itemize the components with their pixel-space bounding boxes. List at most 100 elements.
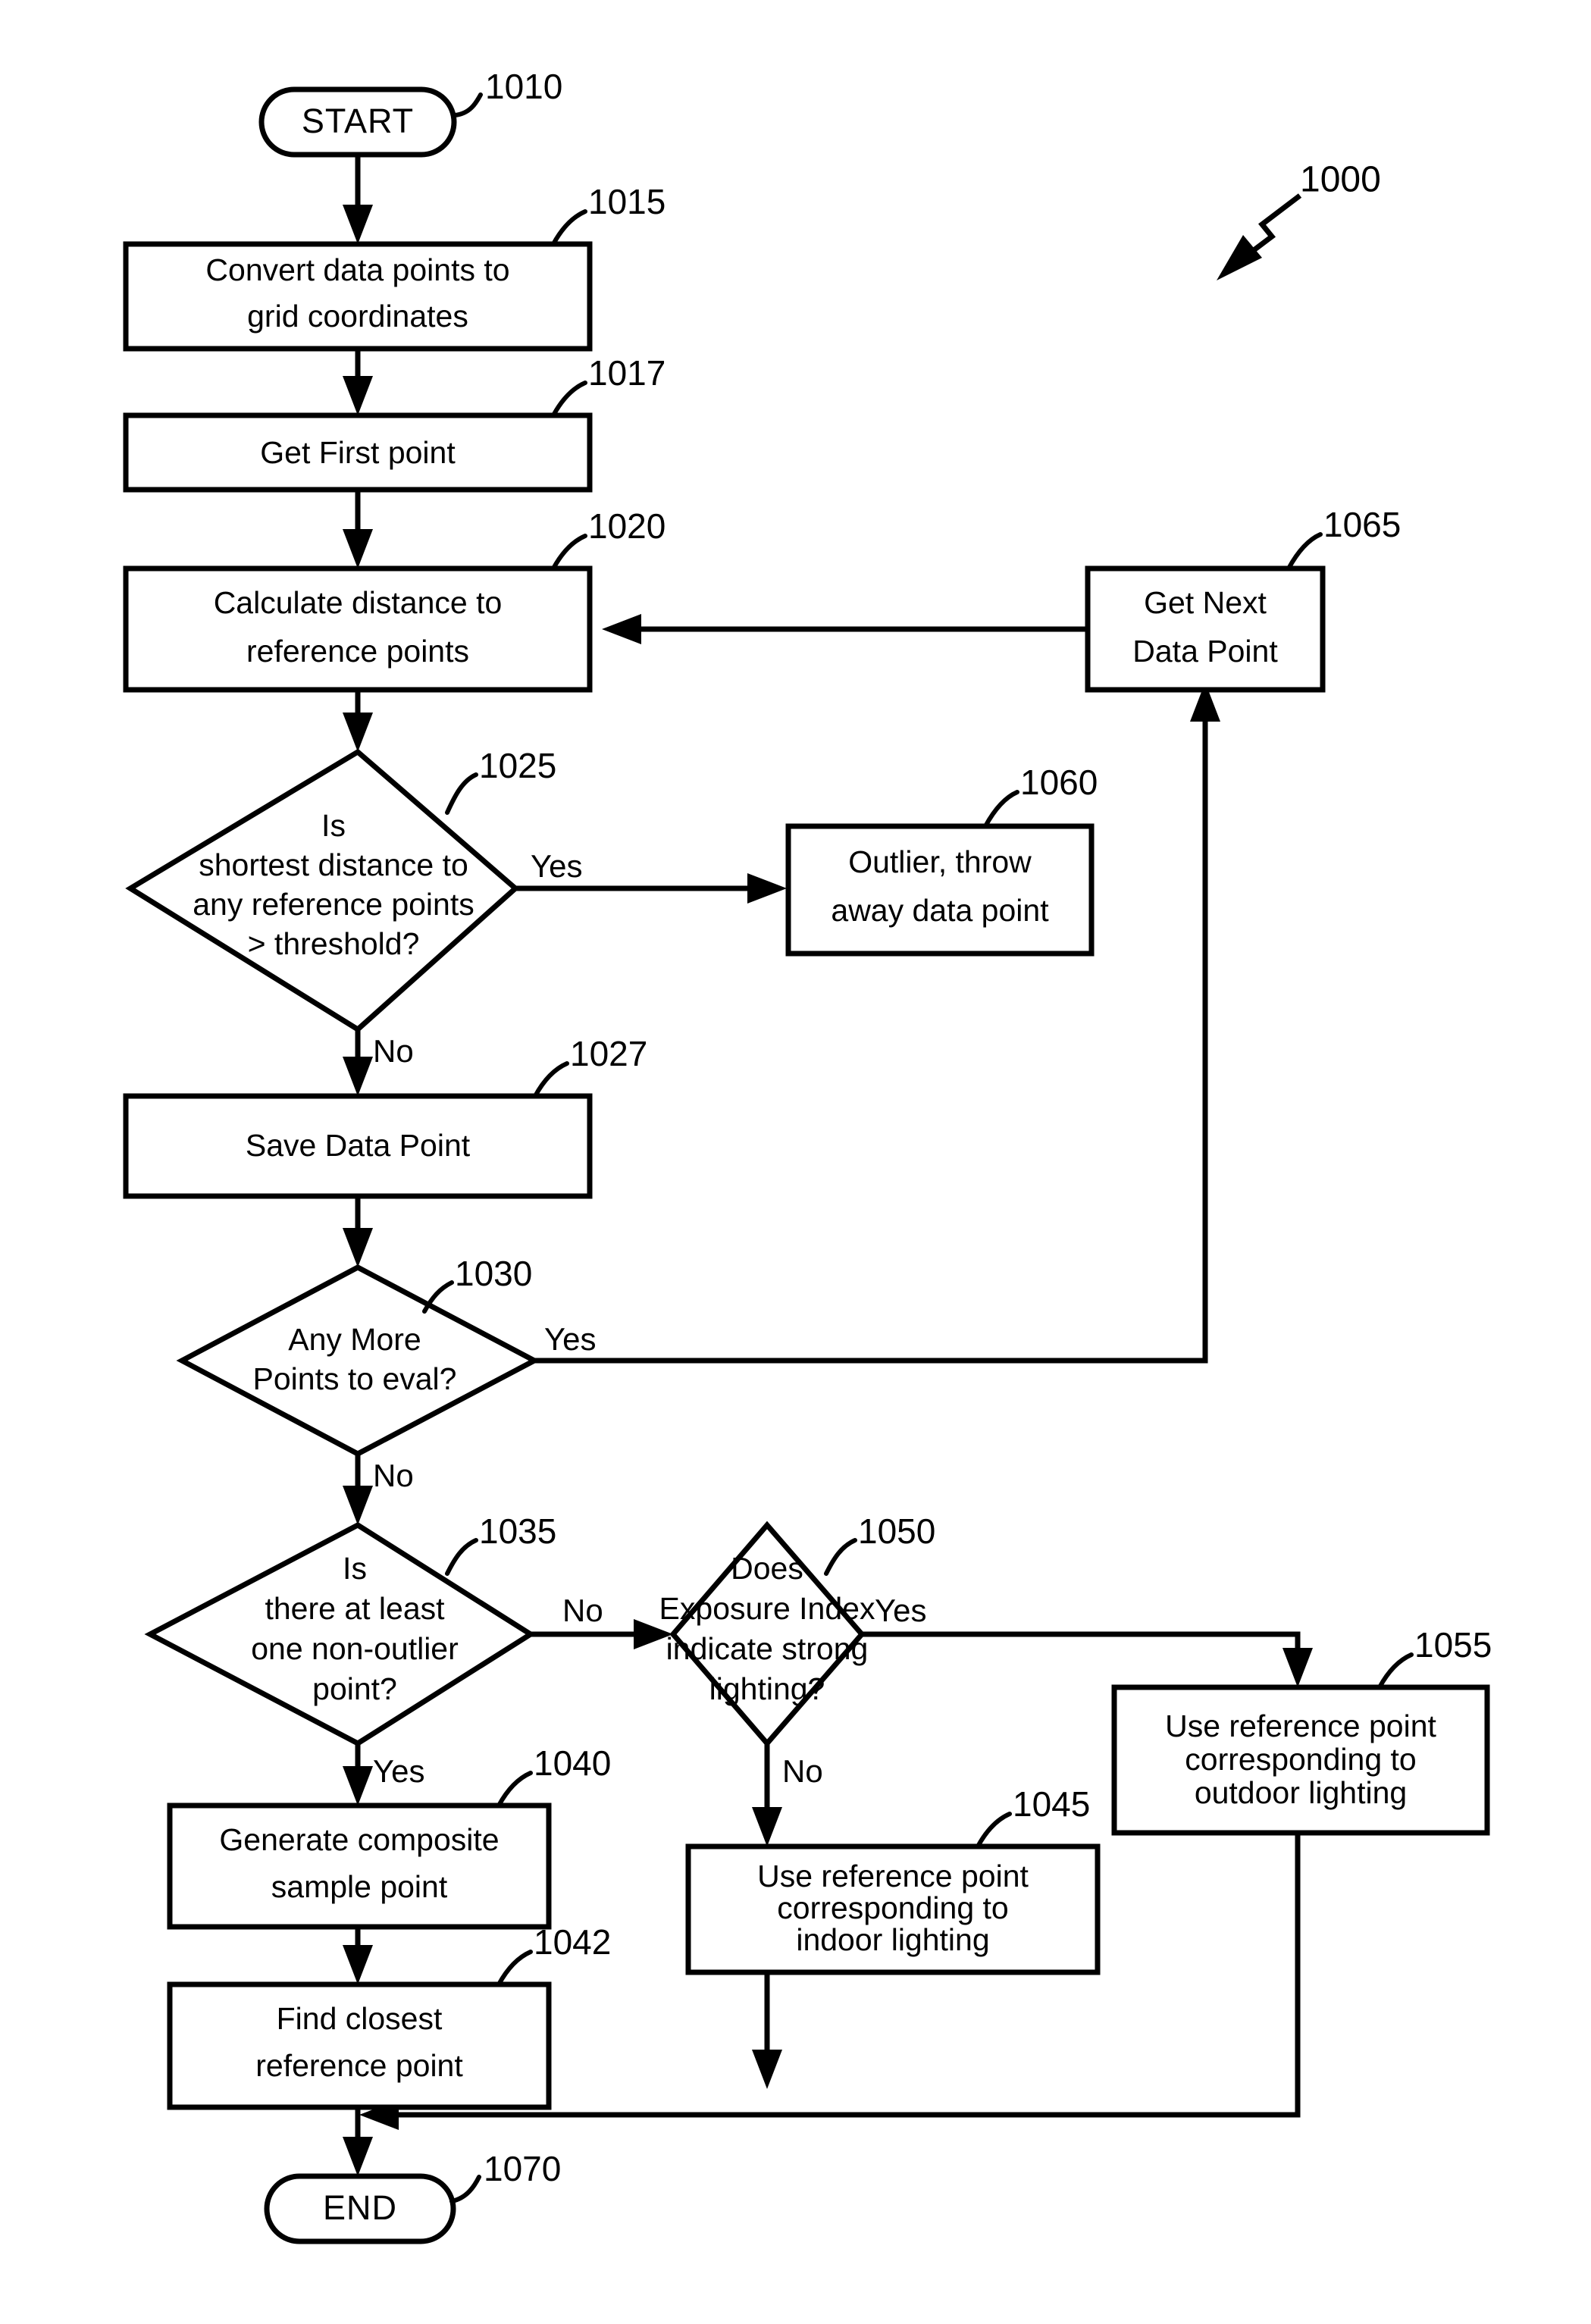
node-outdoor[interactable]: Use reference point corresponding to out… [1111, 1684, 1490, 1836]
ref-number-1060: 1060 [1020, 763, 1098, 802]
edge-label-shortest-yes: Yes [531, 848, 583, 884]
connector-save-to-anymore [343, 1196, 373, 1267]
leader-1070: 1070 [449, 2149, 561, 2203]
edge-label-exposure-yes: Yes [875, 1593, 927, 1628]
node-outlier-line2: away data point [831, 893, 1049, 928]
node-indoor[interactable]: Use reference point corresponding to ind… [685, 1843, 1101, 1975]
node-outdoor-line1: Use reference point [1165, 1709, 1436, 1743]
node-shortest-line1: Is [321, 808, 346, 843]
node-exposure-line3: indicate strong [666, 1631, 869, 1666]
node-non-outlier-line3: one non-outlier [251, 1631, 459, 1666]
connector-convert-to-getfirst [343, 349, 373, 415]
node-convert[interactable]: Convert data points to grid coordinates [123, 241, 593, 352]
leader-1045: 1045 [976, 1784, 1090, 1849]
ref-number-1017: 1017 [588, 353, 666, 393]
edge-label-shortest-no: No [373, 1033, 414, 1069]
connector-nonoutlier-yes-to-composite [343, 1743, 373, 1806]
flowchart-canvas: START 1010 Convert data points to grid c… [123, 67, 1492, 2244]
node-composite[interactable]: Generate composite sample point [167, 1803, 552, 1930]
node-calc-distance-line1: Calculate distance to [214, 585, 503, 620]
node-get-first-label: Get First point [260, 435, 456, 470]
edge-label-nonoutlier-no: No [562, 1593, 603, 1628]
node-non-outlier[interactable]: Is there at least one non-outlier point? [144, 1521, 536, 1747]
node-get-next-line2: Data Point [1132, 634, 1278, 669]
figure-number-1000: 1000 [1300, 160, 1381, 200]
node-composite-line1: Generate composite [219, 1822, 499, 1857]
node-outlier[interactable]: Outlier, throw away data point [785, 823, 1095, 957]
leader-1040: 1040 [496, 1743, 611, 1808]
node-save-point-label: Save Data Point [246, 1128, 471, 1163]
node-calc-distance-line2: reference points [246, 634, 469, 669]
leader-1060: 1060 [983, 763, 1098, 828]
ref-number-1035: 1035 [479, 1511, 556, 1551]
ref-number-1050: 1050 [858, 1511, 935, 1551]
ref-number-1010: 1010 [485, 67, 562, 106]
node-end-label: END [323, 2188, 397, 2227]
connector-getnext-to-calcdistance [602, 614, 1088, 644]
connector-anymore-yes-to-getnext [534, 682, 1220, 1364]
edge-label-anymore-no: No [373, 1458, 414, 1493]
node-indoor-line3: indoor lighting [796, 1922, 989, 1957]
ref-number-1015: 1015 [588, 182, 666, 221]
leader-1020: 1020 [551, 506, 666, 571]
leader-1042: 1042 [496, 1922, 611, 1987]
leader-1017: 1017 [551, 353, 666, 418]
connector-exposure-yes-to-outdoor [862, 1631, 1313, 1687]
node-start[interactable]: START [258, 86, 457, 158]
leader-1055: 1055 [1377, 1625, 1492, 1690]
node-end[interactable]: END [264, 2173, 456, 2244]
leader-1015: 1015 [551, 182, 666, 246]
node-convert-line1: Convert data points to [205, 252, 509, 287]
connector-shortest-no-to-save [343, 1029, 373, 1096]
ref-number-1030: 1030 [455, 1254, 532, 1293]
node-calc-distance[interactable]: Calculate distance to reference points [123, 565, 593, 693]
node-find-closest[interactable]: Find closest reference point [167, 1981, 552, 2110]
node-indoor-line1: Use reference point [757, 1859, 1029, 1893]
node-convert-line2: grid coordinates [247, 299, 468, 334]
connector-calcdistance-to-shortest [343, 690, 373, 752]
ref-number-1025: 1025 [479, 746, 556, 785]
ref-number-1040: 1040 [534, 1743, 611, 1783]
node-shortest-line2: shortest distance to [199, 847, 468, 882]
node-any-more[interactable]: Any More Points to eval? [176, 1264, 540, 1457]
node-shortest-line4: > threshold? [248, 926, 420, 961]
node-start-label: START [302, 102, 414, 140]
ref-number-1042: 1042 [534, 1922, 611, 1962]
ref-number-1055: 1055 [1414, 1625, 1492, 1665]
node-save-point[interactable]: Save Data Point [123, 1093, 593, 1199]
node-non-outlier-line1: Is [343, 1551, 367, 1586]
node-any-more-line1: Any More [288, 1322, 421, 1357]
leader-1010: 1010 [453, 67, 562, 117]
node-non-outlier-line2: there at least [265, 1591, 445, 1626]
node-shortest-line3: any reference points [193, 887, 474, 922]
leader-1027: 1027 [533, 1034, 647, 1098]
ref-number-1065: 1065 [1323, 505, 1401, 544]
node-exposure-line2: Exposure Index [659, 1591, 875, 1626]
node-outlier-line1: Outlier, throw [848, 844, 1032, 879]
edge-label-exposure-no: No [782, 1753, 823, 1789]
connector-getfirst-to-calcdistance [343, 490, 373, 568]
connector-anymore-no-to-nonoutlier [343, 1454, 373, 1525]
leader-1065: 1065 [1286, 505, 1401, 571]
node-exposure-line4: lighting? [709, 1671, 825, 1706]
flowchart-figure: START 1010 Convert data points to grid c… [0, 0, 1591, 2324]
node-indoor-line2: corresponding to [777, 1890, 1008, 1925]
ref-number-1070: 1070 [484, 2149, 561, 2188]
connector-indoor-to-merge [752, 1972, 782, 2089]
node-non-outlier-line4: point? [312, 1671, 397, 1706]
node-get-next[interactable]: Get Next Data Point [1085, 565, 1326, 693]
ref-number-1045: 1045 [1013, 1784, 1090, 1824]
node-exposure[interactable]: Does Exposure Index indicate strong ligh… [659, 1521, 875, 1748]
ref-number-1027: 1027 [570, 1034, 647, 1073]
node-find-closest-line1: Find closest [277, 2001, 443, 2036]
leader-1025: 1025 [445, 746, 556, 815]
node-exposure-line1: Does [731, 1551, 803, 1586]
node-get-next-line1: Get Next [1144, 585, 1267, 620]
edge-label-anymore-yes: Yes [544, 1321, 597, 1357]
node-outdoor-line3: outdoor lighting [1195, 1775, 1407, 1810]
node-find-closest-line2: reference point [255, 2048, 463, 2083]
node-get-first[interactable]: Get First point [123, 412, 593, 493]
leader-1030: 1030 [422, 1254, 532, 1314]
leader-1050: 1050 [824, 1511, 935, 1576]
node-outdoor-line2: corresponding to [1185, 1742, 1416, 1777]
